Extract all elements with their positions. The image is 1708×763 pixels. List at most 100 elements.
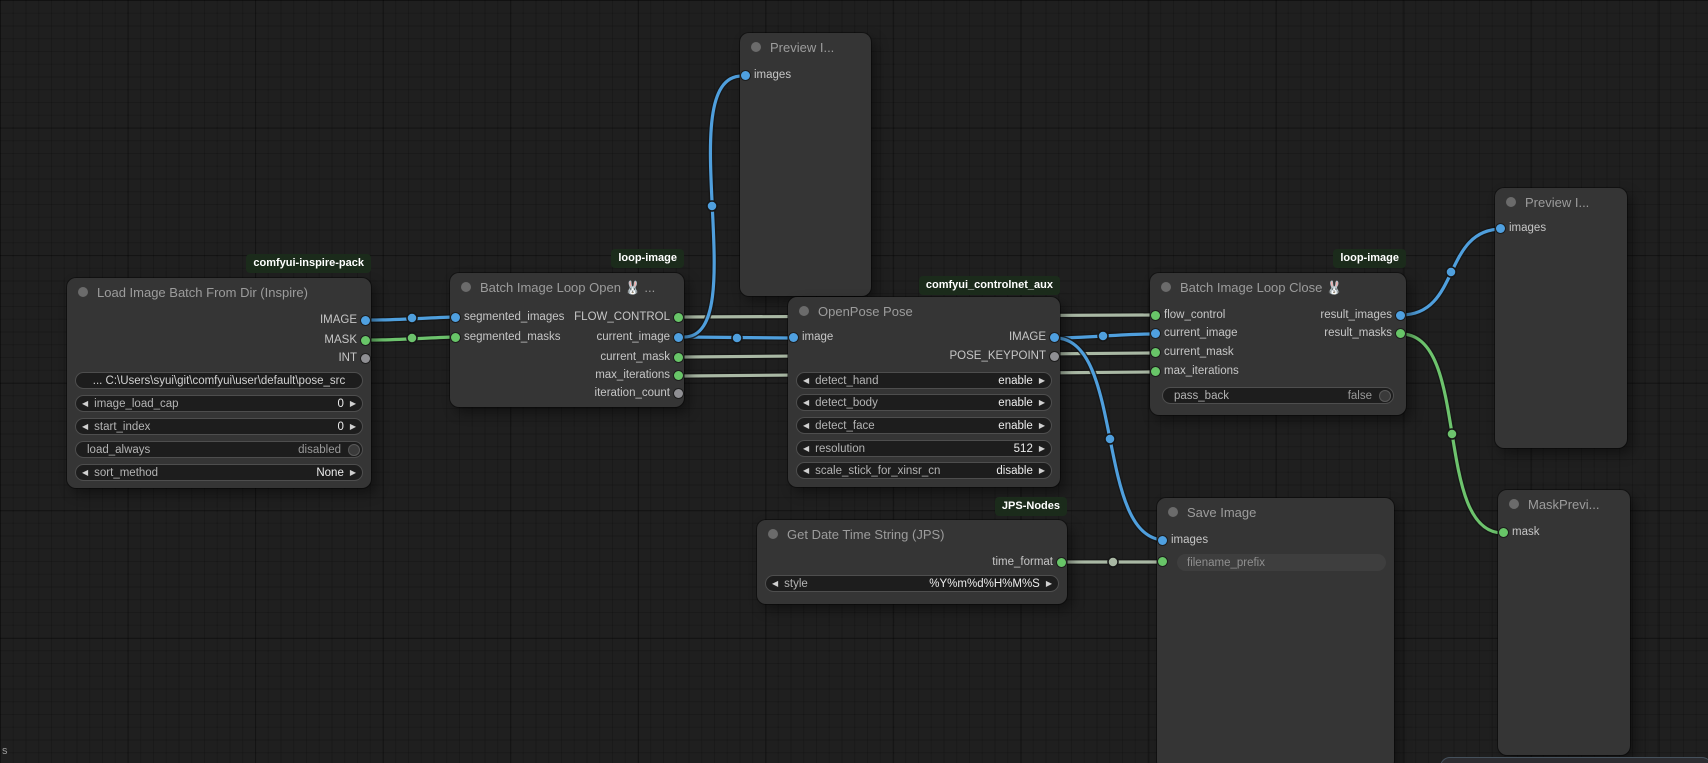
output-dot-iteration-count[interactable] [674, 389, 683, 398]
toggle-knob[interactable] [1379, 390, 1391, 402]
widget-image-load-cap[interactable]: ◀ image_load_cap 0 ▶ [75, 395, 363, 412]
increment-arrow-icon[interactable]: ▶ [344, 419, 362, 434]
link-midpoint-dot[interactable] [707, 201, 717, 211]
collapse-dot-icon[interactable] [1509, 499, 1519, 509]
collapse-dot-icon[interactable] [1161, 282, 1171, 292]
link-midpoint-dot[interactable] [1446, 267, 1456, 277]
increment-arrow-icon[interactable]: ▶ [1033, 373, 1051, 388]
decrement-arrow-icon[interactable]: ◀ [797, 373, 815, 388]
output-dot-flow-control[interactable] [674, 313, 683, 322]
input-slot-flow-control: flow_control [1150, 307, 1225, 324]
input-dot-image[interactable] [789, 333, 798, 342]
output-dot-mask[interactable] [361, 336, 370, 345]
slot-label: IMAGE [320, 314, 357, 326]
toggle-knob[interactable] [348, 444, 360, 456]
widget-detect-face[interactable]: ◀ detect_face enable ▶ [796, 417, 1052, 434]
output-dot-image[interactable] [361, 316, 370, 325]
widget-start-index[interactable]: ◀ start_index 0 ▶ [75, 418, 363, 435]
link-midpoint-dot[interactable] [1108, 557, 1118, 567]
input-dot-filename-prefix[interactable] [1158, 557, 1167, 566]
increment-arrow-icon[interactable]: ▶ [1033, 418, 1051, 433]
decrement-arrow-icon[interactable]: ◀ [766, 576, 784, 591]
node-title: Batch Image Loop Open 🐰 ... [480, 280, 678, 296]
output-slot-time-format: time_format [992, 554, 1067, 571]
node-preview-image-top[interactable]: Preview I... images [740, 33, 871, 296]
input-dot-images[interactable] [741, 71, 750, 80]
input-dot-segmented-masks[interactable] [451, 333, 460, 342]
widget-detect-hand[interactable]: ◀ detect_hand enable ▶ [796, 372, 1052, 389]
node-get-datetime-string[interactable]: Get Date Time String (JPS) time_format ◀… [757, 520, 1067, 604]
node-save-image[interactable]: Save Image images filename_prefix [1157, 498, 1394, 763]
link-midpoint-dot[interactable] [1098, 331, 1108, 341]
output-dot-image[interactable] [1050, 333, 1059, 342]
slot-label: MASK [324, 334, 357, 346]
node-load-image-batch[interactable]: Load Image Batch From Dir (Inspire) IMAG… [67, 278, 371, 488]
slot-label: max_iterations [595, 369, 670, 381]
output-dot-max-iterations[interactable] [674, 371, 683, 380]
output-dot-result-images[interactable] [1396, 311, 1405, 320]
widget-scale-stick[interactable]: ◀ scale_stick_for_xinsr_cn disable ▶ [796, 462, 1052, 479]
collapse-dot-icon[interactable] [1506, 197, 1516, 207]
input-dot-max-iterations[interactable] [1151, 367, 1160, 376]
input-dot-images[interactable] [1158, 536, 1167, 545]
graph-canvas[interactable]: comfyui-inspire-pack loop-image comfyui_… [0, 0, 1708, 763]
node-title: Get Date Time String (JPS) [787, 527, 1061, 542]
widget-style[interactable]: ◀ style %Y%m%d%H%M%S ▶ [765, 575, 1059, 592]
link-midpoint-dot[interactable] [407, 333, 417, 343]
collapse-dot-icon[interactable] [78, 287, 88, 297]
collapse-dot-icon[interactable] [751, 42, 761, 52]
decrement-arrow-icon[interactable]: ◀ [797, 463, 815, 478]
increment-arrow-icon[interactable]: ▶ [1033, 395, 1051, 410]
slot-label: segmented_images [464, 311, 564, 323]
widget-resolution[interactable]: ◀ resolution 512 ▶ [796, 440, 1052, 457]
input-dot-images[interactable] [1496, 224, 1505, 233]
slot-label: time_format [992, 556, 1053, 568]
widget-pass-back[interactable]: pass_back false [1162, 387, 1394, 404]
collapse-dot-icon[interactable] [799, 306, 809, 316]
link-midpoint-dot[interactable] [1447, 429, 1457, 439]
collapse-dot-icon[interactable] [768, 529, 778, 539]
node-batch-loop-close[interactable]: Batch Image Loop Close 🐰 flow_control cu… [1150, 273, 1406, 415]
node-badge-loop-image-close: loop-image [1333, 249, 1406, 268]
increment-arrow-icon[interactable]: ▶ [344, 396, 362, 411]
decrement-arrow-icon[interactable]: ◀ [76, 465, 94, 480]
slot-label: FLOW_CONTROL [574, 311, 670, 323]
decrement-arrow-icon[interactable]: ◀ [76, 396, 94, 411]
widget-name: resolution [815, 443, 1014, 455]
input-slot-filename-prefix [1157, 553, 1171, 570]
decrement-arrow-icon[interactable]: ◀ [797, 395, 815, 410]
output-dot-int[interactable] [361, 354, 370, 363]
collapse-dot-icon[interactable] [461, 282, 471, 292]
link-midpoint-dot[interactable] [407, 313, 417, 323]
input-dot-current-image[interactable] [1151, 329, 1160, 338]
link-midpoint-dot[interactable] [1105, 434, 1115, 444]
output-dot-result-masks[interactable] [1396, 329, 1405, 338]
output-dot-time-format[interactable] [1057, 558, 1066, 567]
output-dot-current-mask[interactable] [674, 353, 683, 362]
partial-node-offscreen[interactable] [1440, 757, 1708, 763]
widget-filename-prefix[interactable]: filename_prefix [1177, 554, 1386, 571]
decrement-arrow-icon[interactable]: ◀ [797, 418, 815, 433]
widget-detect-body[interactable]: ◀ detect_body enable ▶ [796, 394, 1052, 411]
input-dot-current-mask[interactable] [1151, 348, 1160, 357]
node-batch-loop-open[interactable]: Batch Image Loop Open 🐰 ... segmented_im… [450, 273, 684, 407]
node-openpose-pose[interactable]: OpenPose Pose image IMAGE POSE_KEYPOINT … [788, 297, 1060, 487]
widget-sort-method[interactable]: ◀ sort_method None ▶ [75, 464, 363, 481]
output-dot-pose-keypoint[interactable] [1050, 352, 1059, 361]
increment-arrow-icon[interactable]: ▶ [1033, 441, 1051, 456]
node-preview-image-right[interactable]: Preview I... images [1495, 188, 1627, 448]
widget-load-always[interactable]: load_always disabled [75, 441, 363, 458]
widget-directory[interactable]: ... C:\Users\syui\git\comfyui\user\defau… [75, 372, 363, 389]
decrement-arrow-icon[interactable]: ◀ [797, 441, 815, 456]
input-dot-segmented-images[interactable] [451, 313, 460, 322]
increment-arrow-icon[interactable]: ▶ [344, 465, 362, 480]
link-midpoint-dot[interactable] [732, 333, 742, 343]
node-mask-preview[interactable]: MaskPrevi... mask [1498, 490, 1630, 755]
increment-arrow-icon[interactable]: ▶ [1033, 463, 1051, 478]
increment-arrow-icon[interactable]: ▶ [1040, 576, 1058, 591]
input-dot-flow-control[interactable] [1151, 311, 1160, 320]
input-dot-mask[interactable] [1499, 528, 1508, 537]
decrement-arrow-icon[interactable]: ◀ [76, 419, 94, 434]
collapse-dot-icon[interactable] [1168, 507, 1178, 517]
output-dot-current-image[interactable] [674, 333, 683, 342]
